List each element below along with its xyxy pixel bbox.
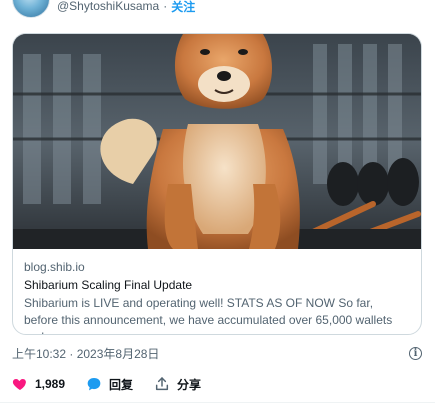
tweet-timestamp[interactable]: 上午10:32 · 2023年8月28日 bbox=[12, 345, 159, 362]
card-description: Shibarium is LIVE and operating well! ST… bbox=[24, 296, 393, 334]
like-count: 1,989 bbox=[35, 377, 66, 391]
tweet-actions: 1,989 回复 分享 bbox=[12, 375, 222, 393]
timestamp-row: 上午10:32 · 2023年8月28日 i bbox=[12, 344, 422, 362]
tweet-header: @ShytoshiKusama · 关注 bbox=[12, 0, 195, 18]
avatar[interactable] bbox=[12, 0, 50, 18]
reply-label: 回复 bbox=[109, 377, 134, 392]
link-preview-card[interactable]: blog.shib.io Shibarium Scaling Final Upd… bbox=[12, 33, 422, 335]
divider bbox=[0, 402, 435, 403]
heart-icon bbox=[12, 376, 28, 392]
reply-button[interactable]: 回复 bbox=[86, 376, 133, 393]
like-button[interactable]: 1,989 bbox=[12, 376, 65, 392]
card-domain: blog.shib.io bbox=[24, 260, 85, 274]
author-handle[interactable]: @ShytoshiKusama bbox=[57, 0, 159, 13]
follow-button[interactable]: 关注 bbox=[171, 0, 195, 15]
tweet-detail: @ShytoshiKusama · 关注 blog.shib.io Shibar… bbox=[0, 0, 435, 406]
card-title: Shibarium Scaling Final Update bbox=[24, 278, 193, 292]
share-button[interactable]: 分享 bbox=[154, 376, 201, 393]
share-label: 分享 bbox=[177, 377, 202, 392]
info-icon[interactable]: i bbox=[409, 346, 422, 360]
share-upload-icon bbox=[154, 376, 170, 392]
card-image-shiba-dog[interactable] bbox=[13, 34, 421, 249]
card-text: blog.shib.io Shibarium Scaling Final Upd… bbox=[13, 249, 421, 334]
speech-bubble-icon bbox=[86, 376, 102, 392]
shiba-dog-illustration bbox=[13, 34, 421, 249]
separator-dot: · bbox=[163, 0, 168, 13]
